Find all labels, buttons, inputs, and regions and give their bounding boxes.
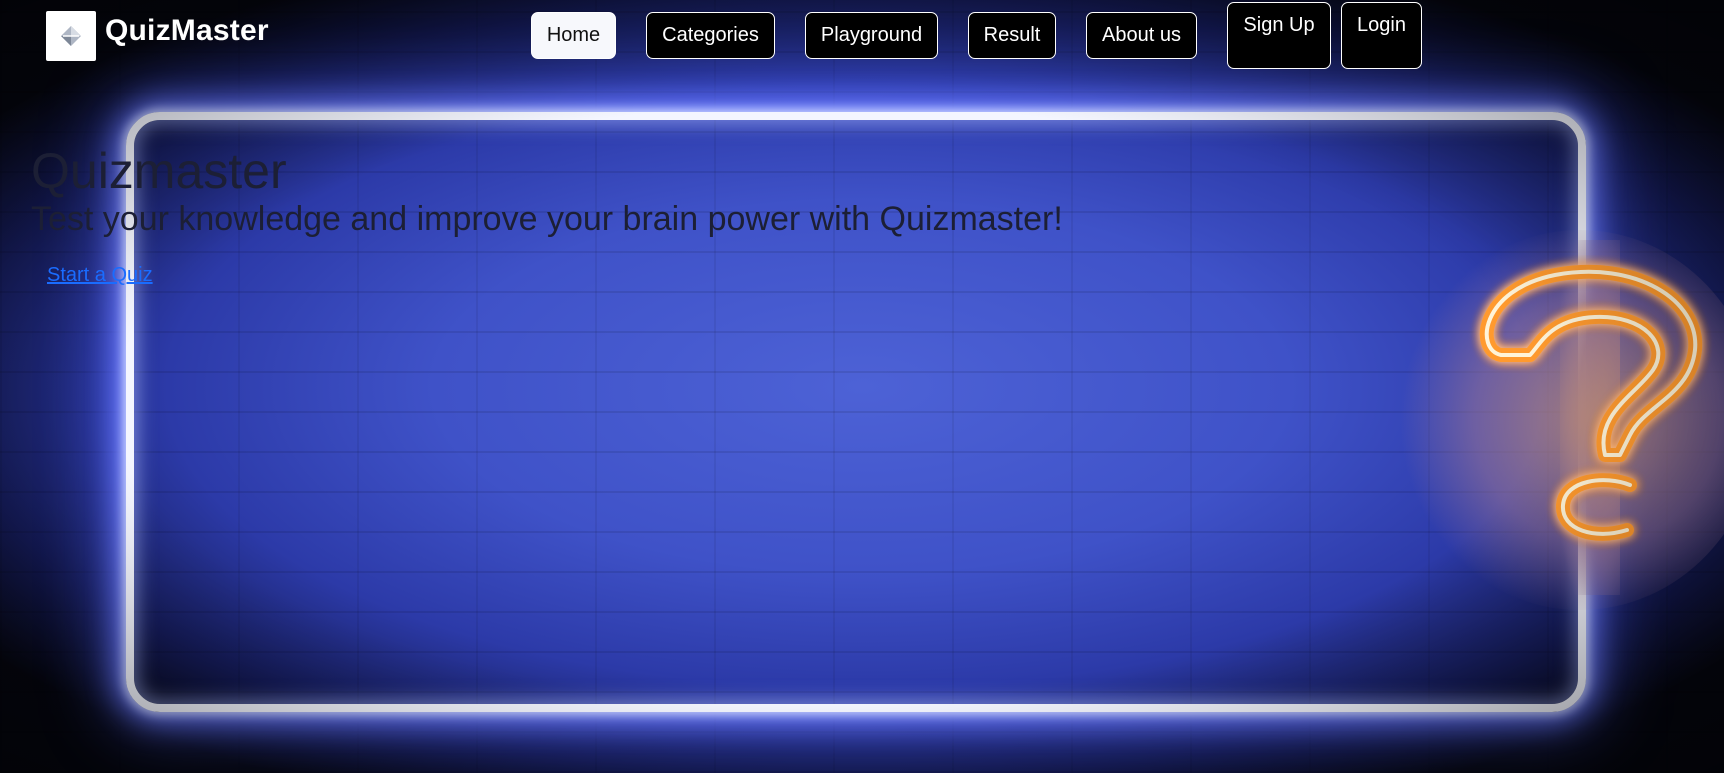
nav-home-button[interactable]: Home [531, 12, 616, 59]
nav-result-button[interactable]: Result [968, 12, 1056, 59]
vignette [0, 0, 1724, 773]
quiz-logo-icon [46, 11, 96, 61]
nav-playground-button[interactable]: Playground [805, 12, 938, 59]
top-navbar: QuizMaster Home Categories Playground Re… [0, 0, 1724, 70]
brand[interactable]: QuizMaster [46, 11, 269, 61]
nav-about-button[interactable]: About us [1086, 12, 1197, 59]
hero-background [0, 0, 1724, 773]
hero-title: Quizmaster [31, 143, 287, 199]
start-quiz-link[interactable]: Start a Quiz [47, 264, 153, 287]
brand-name: QuizMaster [105, 14, 269, 47]
nav-categories-button[interactable]: Categories [646, 12, 775, 59]
login-button[interactable]: Login [1341, 2, 1422, 69]
sign-up-button[interactable]: Sign Up [1227, 2, 1331, 69]
hero-subtitle: Test your knowledge and improve your bra… [31, 200, 1063, 238]
